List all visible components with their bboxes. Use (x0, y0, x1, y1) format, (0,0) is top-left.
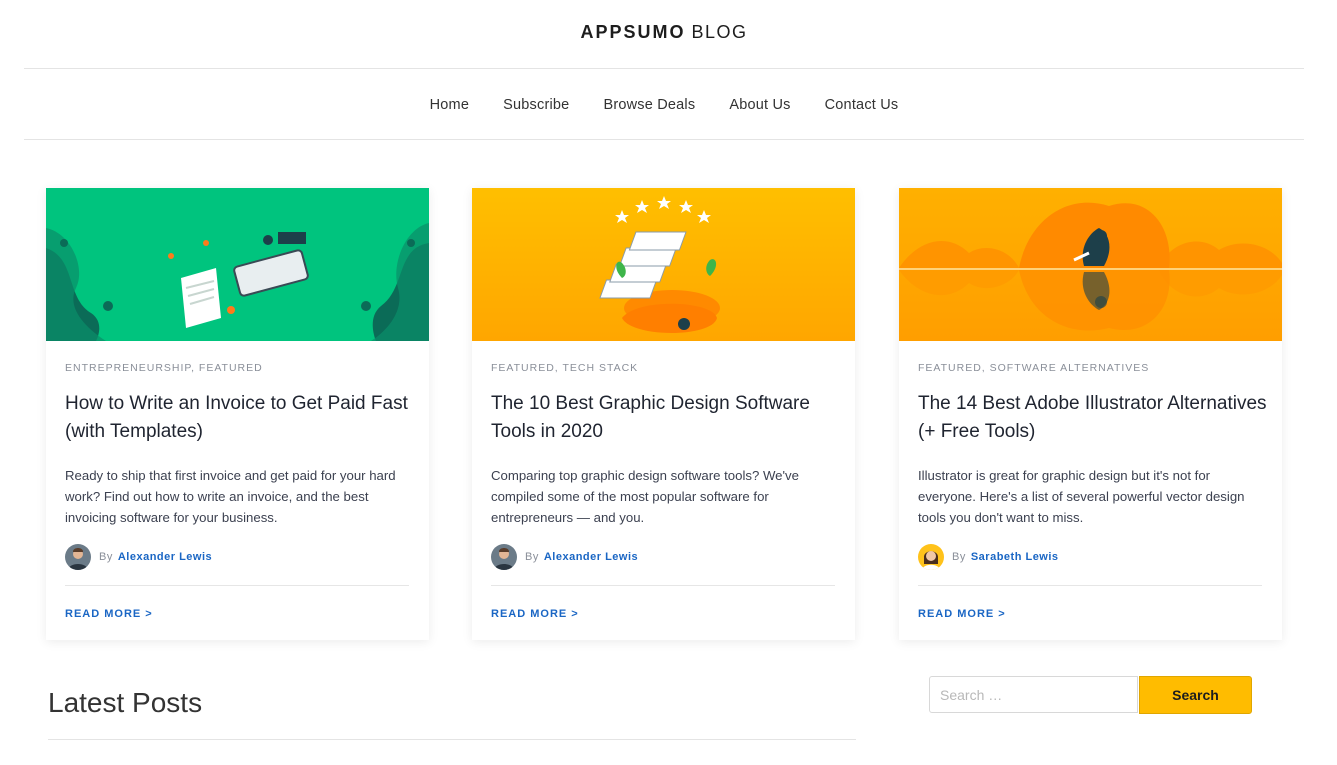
nav-subscribe[interactable]: Subscribe (503, 97, 569, 113)
post-author: By Alexander Lewis (65, 544, 212, 570)
site-logo[interactable]: APPSUMO BLOG (580, 22, 747, 43)
read-more-link[interactable]: READ MORE > (491, 608, 579, 620)
author-avatar (65, 544, 91, 570)
latest-posts-divider (48, 739, 856, 740)
nav-browse-deals[interactable]: Browse Deals (603, 97, 695, 113)
card-divider (65, 585, 409, 586)
post-thumbnail[interactable] (472, 188, 855, 341)
read-more-link[interactable]: READ MORE > (918, 608, 1006, 620)
post-author: By Alexander Lewis (491, 544, 638, 570)
post-excerpt: Illustrator is great for graphic design … (918, 468, 1245, 525)
post-title[interactable]: How to Write an Invoice to Get Paid Fast… (65, 390, 415, 446)
card-divider (918, 585, 1262, 586)
search-button[interactable]: Search (1139, 676, 1252, 714)
post-categories[interactable]: FEATURED, SOFTWARE ALTERNATIVES (918, 362, 1149, 374)
post-card: FEATURED, TECH STACK The 10 Best Graphic… (472, 188, 855, 640)
search-input[interactable] (929, 676, 1138, 713)
post-excerpt: Comparing top graphic design software to… (491, 468, 799, 525)
nav-divider (24, 139, 1304, 140)
latest-posts-heading: Latest Posts (48, 687, 203, 718)
post-title[interactable]: The 10 Best Graphic Design Software Tool… (491, 390, 841, 446)
author-by-label: By (952, 551, 966, 563)
post-card: ENTREPRENEURSHIP, FEATURED How to Write … (46, 188, 429, 640)
author-by-label: By (99, 551, 113, 563)
post-title[interactable]: The 14 Best Adobe Illustrator Alternativ… (918, 390, 1268, 446)
nav-about-us[interactable]: About Us (729, 97, 790, 113)
site-header: APPSUMO BLOG (0, 22, 1328, 43)
card-divider (491, 585, 835, 586)
post-categories[interactable]: ENTREPRENEURSHIP, FEATURED (65, 362, 263, 374)
logo-blog: BLOG (691, 22, 748, 42)
main-nav: Home Subscribe Browse Deals About Us Con… (0, 97, 1328, 113)
author-name-link[interactable]: Alexander Lewis (544, 551, 638, 563)
author-avatar (491, 544, 517, 570)
author-avatar (918, 544, 944, 570)
header-divider (24, 68, 1304, 69)
post-card: FEATURED, SOFTWARE ALTERNATIVES The 14 B… (899, 188, 1282, 640)
post-categories[interactable]: FEATURED, TECH STACK (491, 362, 638, 374)
logo-brand: APPSUMO (580, 22, 686, 42)
post-author: By Sarabeth Lewis (918, 544, 1059, 570)
author-name-link[interactable]: Sarabeth Lewis (971, 551, 1059, 563)
post-thumbnail[interactable] (46, 188, 429, 341)
author-by-label: By (525, 551, 539, 563)
nav-home[interactable]: Home (430, 97, 469, 113)
post-thumbnail[interactable] (899, 188, 1282, 341)
post-excerpt: Ready to ship that first invoice and get… (65, 468, 396, 525)
read-more-link[interactable]: READ MORE > (65, 608, 153, 620)
author-name-link[interactable]: Alexander Lewis (118, 551, 212, 563)
nav-contact-us[interactable]: Contact Us (825, 97, 899, 113)
